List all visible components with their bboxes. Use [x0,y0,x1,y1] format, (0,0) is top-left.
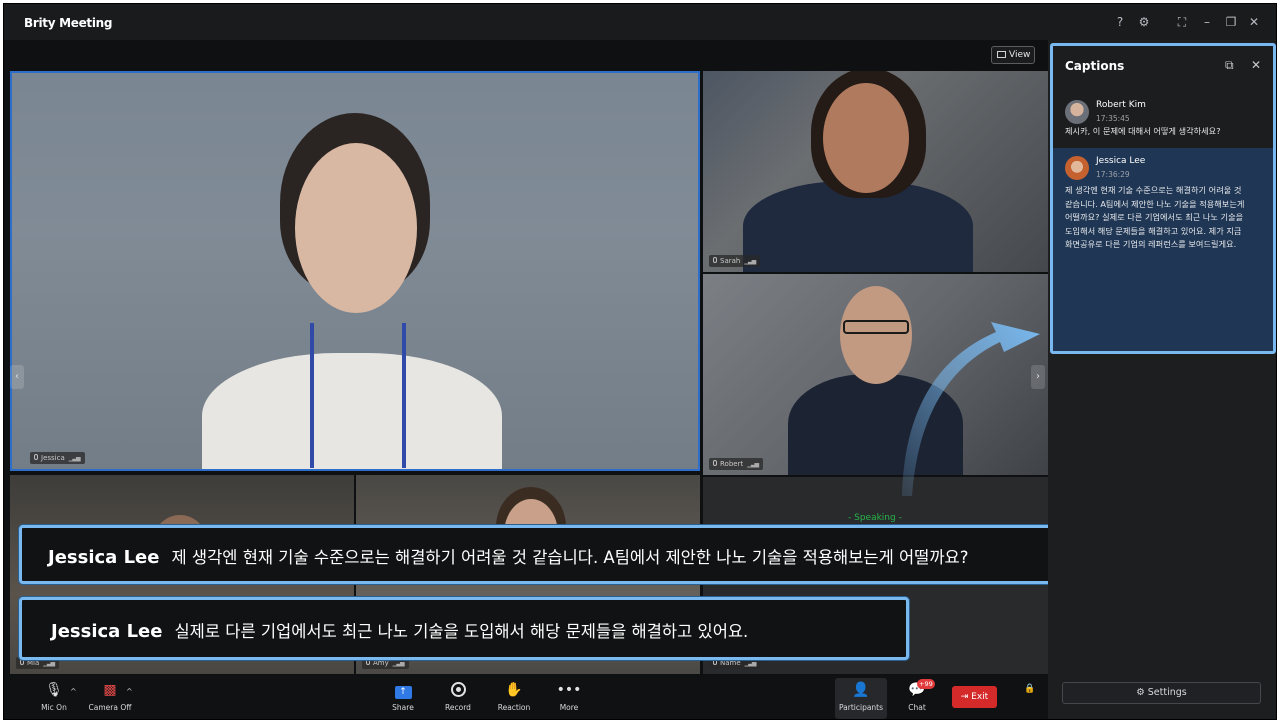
gear-icon: ⚙ [1136,687,1148,698]
mic-options-caret-icon[interactable]: ^ [70,687,77,696]
caption-text: 실제로 다른 기업에서도 최근 나노 기술을 도입해서 해당 문제들을 해결하고… [174,622,749,641]
person-icon: 👤 [852,682,870,698]
camera-options-caret-icon[interactable]: ^ [126,687,133,696]
captions-settings-button[interactable]: ⚙ Settings [1062,682,1261,704]
caption-message: Robert Kim 17:35:45 제시카, 이 문제에 대해서 어떻게 생… [1053,92,1273,144]
avatar [1065,156,1089,180]
record-icon [450,682,466,697]
message-time: 17:36:29 [1096,170,1130,179]
message-text: 제 생각엔 현재 기술 수준으로는 해결하기 어려울 것 같습니다. A팀에서 … [1065,185,1245,249]
lock-icon[interactable]: 🔒 [1024,684,1035,694]
participants-button[interactable]: 👤 Participants [831,682,891,712]
more-dots-icon: ••• [556,682,582,698]
captions-title: Captions [1065,59,1125,73]
record-button[interactable]: Record [428,682,488,712]
avatar [1065,100,1089,124]
hand-wave-icon: ✋ [505,682,523,698]
caption-text: 제 생각엔 현재 기술 수준으로는 해결하기 어려울 것 같습니다. A팀에서 … [171,548,969,567]
meeting-window: Brity Meeting ? ⚙ ⛶ – ❐ ✕ View Jessica ▁▃… [3,3,1277,720]
close-icon[interactable]: ✕ [1251,58,1261,72]
reaction-button[interactable]: ✋ Reaction [484,682,544,712]
caption-message-active: Jessica Lee 17:36:29 제 생각엔 현재 기술 수준으로는 해… [1053,148,1273,351]
side-panel: Captions ⧉ ✕ Robert Kim 17:35:45 제시카, 이 … [1048,40,1276,719]
captions-panel: Captions ⧉ ✕ Robert Kim 17:35:45 제시카, 이 … [1050,43,1276,354]
live-caption-line-1: Jessica Lee 제 생각엔 현재 기술 수준으로는 해결하기 어려울 것 … [19,525,1069,584]
message-author: Jessica Lee [1096,156,1146,166]
exit-button[interactable]: ⇥ Exit [952,686,997,708]
caption-speaker: Jessica Lee [48,547,160,568]
chat-button[interactable]: 💬 Chat +99 [887,679,947,712]
share-icon: ↑ [394,686,412,699]
meeting-toolbar: 🎙 Mic On ^ ▩ Camera Off ^ ↑ Share Record… [4,676,1048,719]
chat-unread-badge: +99 [917,679,935,689]
popout-icon[interactable]: ⧉ [1225,58,1234,73]
message-author: Robert Kim [1096,100,1146,110]
share-button[interactable]: ↑ Share [373,682,433,712]
more-button[interactable]: ••• More [539,682,599,712]
message-time: 17:35:45 [1096,114,1130,123]
caption-speaker: Jessica Lee [51,621,163,642]
live-caption-line-2: Jessica Lee 실제로 다른 기업에서도 최근 나노 기술을 도입해서 해… [19,597,909,660]
message-text: 제시카, 이 문제에 대해서 어떻게 생각하세요? [1065,126,1221,136]
exit-icon: ⇥ [960,692,972,702]
